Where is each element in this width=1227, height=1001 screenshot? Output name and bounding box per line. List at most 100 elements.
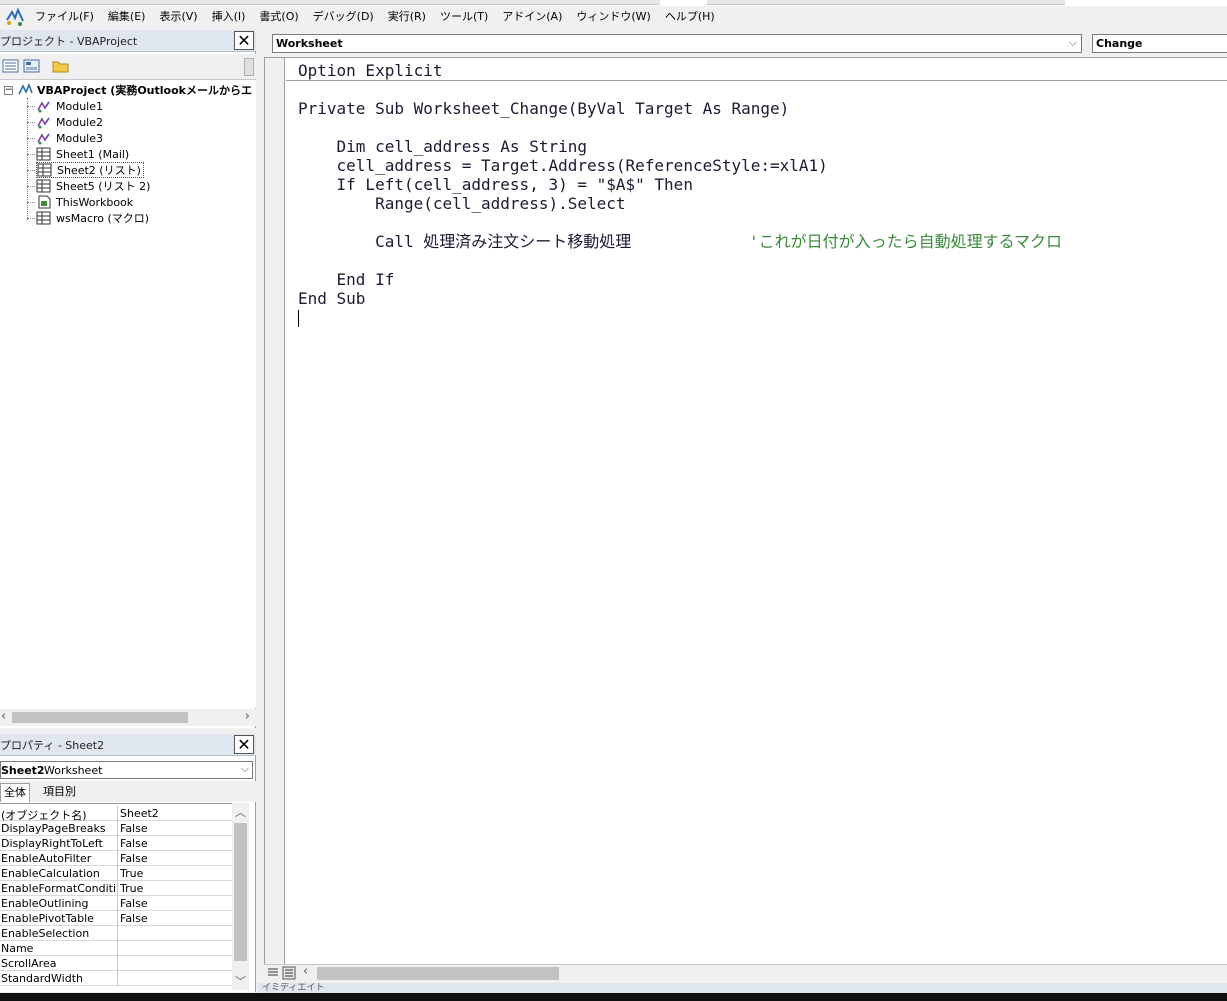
code-line-call[interactable]: Call 処理済み注文シート移動処理 [298,232,631,251]
properties-vscrollbar[interactable]: ︿ ﹀ [232,803,249,990]
procedure-combo[interactable]: Change [1092,34,1227,53]
tree-item-sheet5[interactable]: Sheet5 (リスト 2) [36,178,150,194]
property-row[interactable]: EnableAutoFilter False [0,851,232,866]
toolbar-overflow-handle[interactable] [244,58,254,76]
sheet-icon [36,211,51,225]
properties-titlebar: プロパティ - Sheet2 ✕ [0,734,256,756]
code-line-end-sub[interactable]: End Sub [298,289,365,308]
code-line-sub-declaration[interactable]: Private Sub Worksheet_Change(ByVal Targe… [298,99,789,118]
tab-alphabetic[interactable]: 全体 [0,783,30,802]
tree-item-module3[interactable]: Module3 [36,130,103,146]
properties-close-button[interactable]: ✕ [234,735,254,754]
object-combo[interactable]: Worksheet ⌵ [272,34,1082,53]
full-module-view-icon[interactable] [282,966,296,980]
property-row[interactable]: Name [0,941,232,956]
tree-item-sheet1[interactable]: Sheet1 (Mail) [36,146,129,162]
code-line-assign[interactable]: cell_address = Target.Address(ReferenceS… [298,156,828,175]
property-key: DisplayRightToLeft [1,837,103,850]
code-line-comment[interactable]: 'これが日付が入ったら自動処理するマクロ [749,232,1062,251]
properties-grid: (オブジェクト名) Sheet2 DisplayPageBreaks False D… [0,803,232,990]
tree-item-label: Sheet1 (Mail) [56,147,130,161]
menu-help[interactable]: ヘルプ(H) [658,7,722,27]
property-value[interactable]: False [120,837,230,850]
property-value[interactable]: False [120,822,230,835]
view-code-icon[interactable] [2,58,20,74]
procedure-view-icon[interactable] [266,966,280,980]
scroll-left-arrow-icon[interactable]: ‹ [1,709,6,724]
property-row[interactable]: EnablePivotTable False [0,911,232,926]
menu-file[interactable]: ファイル(F) [28,7,101,27]
project-explorer-close-button[interactable]: ✕ [234,31,254,50]
tree-item-wsmacro[interactable]: wsMacro (マクロ) [36,210,149,226]
property-row[interactable]: EnableSelection [0,926,232,941]
tree-item-label: Sheet5 (リスト 2) [56,180,151,193]
scroll-left-arrow-icon[interactable]: ‹ [303,964,308,979]
menu-run[interactable]: 実行(R) [381,7,433,27]
code-hscrollbar-thumb[interactable] [317,967,559,980]
code-editor[interactable]: Option Explicit Private Sub Worksheet_Ch… [264,57,1227,965]
code-line-select[interactable]: Range(cell_address).Select [298,194,625,213]
top-tab-strip-2 [707,0,1065,5]
property-row[interactable]: DisplayPageBreaks False [0,821,232,836]
object-name: Sheet2 [1,764,45,777]
property-row[interactable]: EnableOutlining False [0,896,232,911]
sheet-icon [37,163,52,177]
property-row[interactable]: ScrollArea [0,956,232,971]
property-value[interactable]: False [120,912,230,925]
tree-root-vbaproject[interactable]: VBAProject (実務Outlookメールからエ [17,82,252,98]
scroll-up-arrow-icon[interactable]: ︿ [235,804,246,820]
project-explorer-title: プロジェクト - VBAProject [0,35,138,48]
scroll-down-arrow-icon[interactable]: ﹀ [235,973,246,989]
tree-collapse-toggle[interactable]: − [4,86,13,95]
chevron-down-icon[interactable]: ⌵ [1069,36,1077,50]
view-object-icon[interactable] [23,58,41,74]
property-key: DisplayPageBreaks [1,822,106,835]
code-window-header: Worksheet ⌵ Change [264,30,1227,56]
property-key: EnablePivotTable [1,912,94,925]
tree-item-sheet2-selected[interactable]: Sheet2 (リスト) [36,162,144,178]
menu-debug[interactable]: デバッグ(D) [306,7,381,27]
tree-item-module2[interactable]: Module2 [36,114,103,130]
text-caret [298,310,299,327]
property-value[interactable]: False [120,852,230,865]
menu-bar: ファイル(F) 編集(E) 表示(V) 挿入(I) 書式(O) デバッグ(D) … [0,6,1227,28]
code-line-dim[interactable]: Dim cell_address As String [298,137,587,156]
chevron-down-icon[interactable]: ⌵ [241,762,249,776]
property-row[interactable]: (オブジェクト名) Sheet2 [0,806,232,822]
menu-addins[interactable]: アドイン(A) [495,7,569,27]
scroll-right-arrow-icon[interactable]: › [245,709,250,724]
code-margin-indicator-bar[interactable] [265,58,285,965]
property-row[interactable]: EnableFormatConditionsCalculation True [0,881,232,896]
property-value[interactable]: Sheet2 [120,807,230,820]
property-value[interactable]: False [120,897,230,910]
property-row[interactable]: DisplayRightToLeft False [0,836,232,851]
property-row[interactable]: EnableCalculation True [0,866,232,881]
tree-item-module1[interactable]: Module1 [36,98,103,114]
project-tree-hscrollbar[interactable]: ‹ › [0,709,256,726]
code-line-option-explicit[interactable]: Option Explicit [298,61,443,80]
properties-object-select[interactable]: Sheet2 Worksheet ⌵ [0,761,253,779]
code-window-bottom-bar: ‹ [264,964,1227,981]
tree-item-thisworkbook[interactable]: ThisWorkbook [36,194,133,210]
property-value[interactable]: True [120,882,230,895]
code-line-if[interactable]: If Left(cell_address, 3) = "$A$" Then [298,175,693,194]
scrollbar-thumb[interactable] [12,712,188,723]
menu-tools[interactable]: ツール(T) [433,7,495,27]
code-line-end-if[interactable]: End If [298,270,395,289]
menu-view[interactable]: 表示(V) [152,7,204,27]
tab-categorized[interactable]: 項目別 [40,783,79,802]
menu-window[interactable]: ウィンドウ(W) [569,7,657,27]
vbe-app-icon[interactable] [4,6,26,28]
module-icon [37,117,50,129]
menu-edit[interactable]: 編集(E) [101,7,153,27]
property-key: EnableSelection [1,927,90,940]
property-value[interactable]: True [120,867,230,880]
scrollbar-thumb[interactable] [234,823,247,961]
menu-insert[interactable]: 挿入(I) [205,7,253,27]
toggle-folders-icon[interactable] [52,58,70,74]
property-row[interactable]: StandardWidth [0,971,232,986]
project-explorer-titlebar: プロジェクト - VBAProject ✕ [0,30,256,52]
property-key: EnableAutoFilter [1,852,92,865]
sheet-icon [36,179,51,193]
menu-format[interactable]: 書式(O) [252,7,305,27]
